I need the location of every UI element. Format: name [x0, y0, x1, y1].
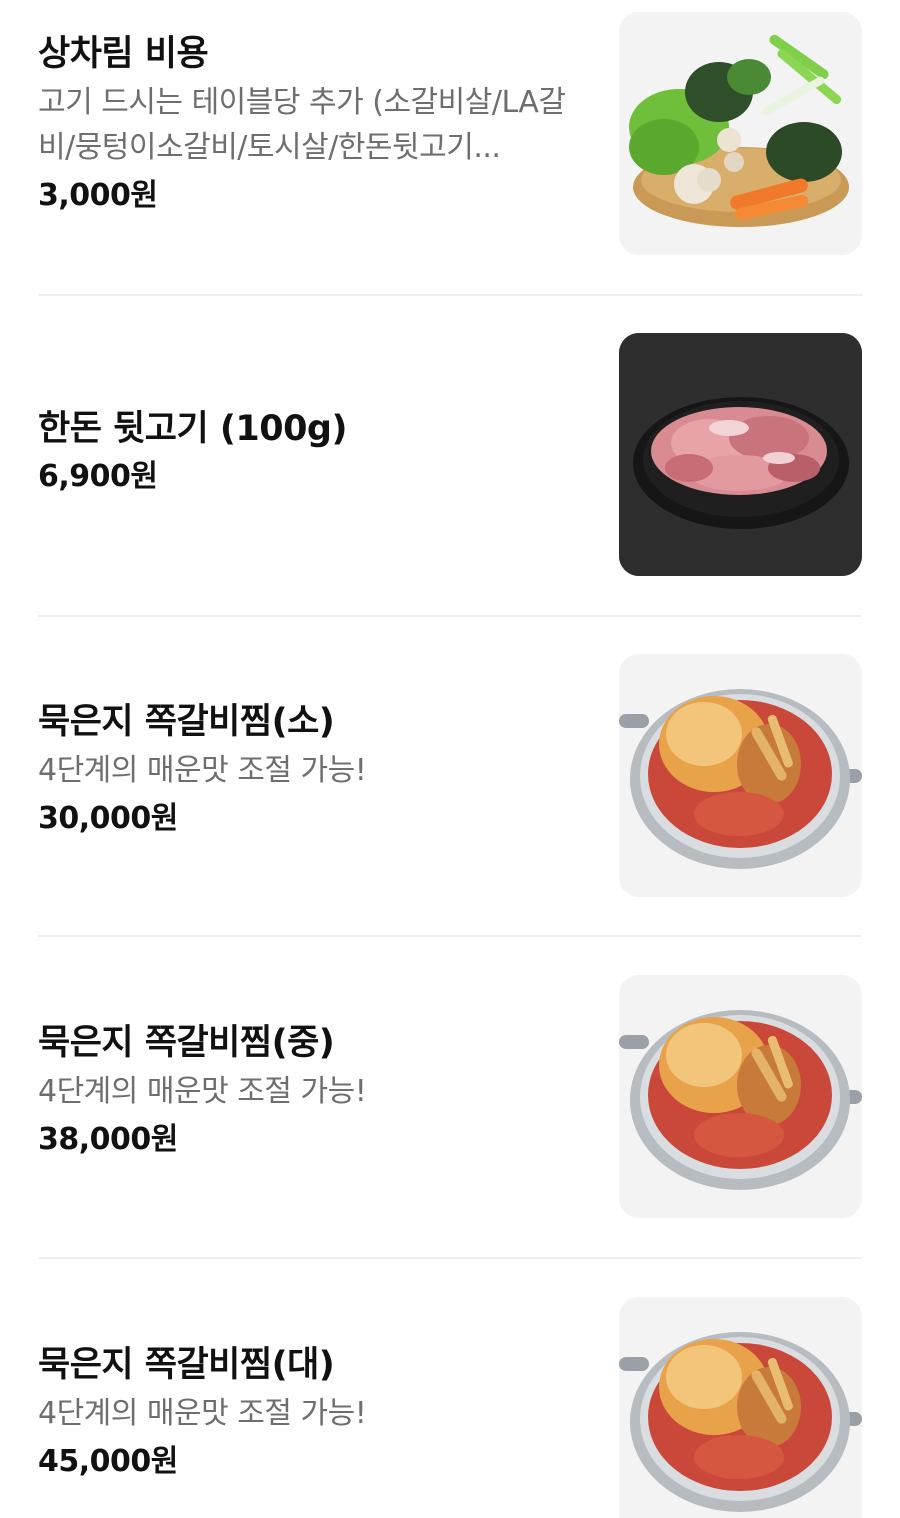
menu-item-stew-small[interactable]: 묵은지 쪽갈비찜(소) 4단계의 매운맛 조절 가능! 30,000원 — [38, 654, 862, 897]
menu-item-price: 45,000원 — [38, 1444, 178, 1479]
menu-item-name: 묵은지 쪽갈비찜(중) — [38, 1023, 335, 1063]
menu-item-stew-large[interactable]: 묵은지 쪽갈비찜(대) 4단계의 매운맛 조절 가능! 45,000원 — [38, 1297, 862, 1518]
menu-item-text: 묵은지 쪽갈비찜(대) 4단계의 매운맛 조절 가능! 45,000원 — [38, 1343, 598, 1482]
menu-item-description: 고기 드시는 테이블당 추가 (소갈비살/LA갈비/뭉텅이소갈비/토시살/한돈뒷… — [38, 85, 566, 165]
menu-item-name: 한돈 뒷고기 (100g) — [38, 409, 347, 449]
menu-item-pork[interactable]: 한돈 뒷고기 (100g) 6,900원 — [38, 333, 862, 576]
menu-item-name: 상차림 비용 — [38, 34, 209, 74]
vegetable-basket-image[interactable] — [619, 12, 862, 255]
menu-item-name: 묵은지 쪽갈비찜(소) — [38, 702, 335, 742]
menu-item-description: 4단계의 매운맛 조절 가능! — [38, 753, 367, 788]
divider — [38, 935, 862, 937]
menu-item-price: 3,000원 — [38, 178, 158, 213]
menu-item-description: 4단계의 매운맛 조절 가능! — [38, 1074, 367, 1109]
divider — [38, 294, 862, 296]
menu-item-side-setting[interactable]: 상차림 비용 고기 드시는 테이블당 추가 (소갈비살/LA갈비/뭉텅이소갈비/… — [38, 12, 862, 255]
menu-item-price: 38,000원 — [38, 1122, 178, 1157]
menu-item-text: 한돈 뒷고기 (100g) 6,900원 — [38, 407, 598, 497]
divider — [38, 1257, 862, 1259]
raw-pork-image[interactable] — [619, 333, 862, 576]
stew-pot-image[interactable] — [619, 1297, 862, 1518]
menu-item-text: 상차림 비용 고기 드시는 테이블당 추가 (소갈비살/LA갈비/뭉텅이소갈비/… — [38, 32, 598, 216]
menu-item-price: 30,000원 — [38, 801, 178, 836]
menu-item-stew-medium[interactable]: 묵은지 쪽갈비찜(중) 4단계의 매운맛 조절 가능! 38,000원 — [38, 975, 862, 1218]
menu-item-text: 묵은지 쪽갈비찜(소) 4단계의 매운맛 조절 가능! 30,000원 — [38, 700, 598, 839]
menu-item-price: 6,900원 — [38, 459, 158, 494]
menu-item-name: 묵은지 쪽갈비찜(대) — [38, 1345, 335, 1385]
stew-pot-image[interactable] — [619, 975, 862, 1218]
menu-item-description: 4단계의 매운맛 조절 가능! — [38, 1396, 367, 1431]
stew-pot-image[interactable] — [619, 654, 862, 897]
divider — [38, 615, 862, 617]
menu-item-text: 묵은지 쪽갈비찜(중) 4단계의 매운맛 조절 가능! 38,000원 — [38, 1021, 598, 1160]
